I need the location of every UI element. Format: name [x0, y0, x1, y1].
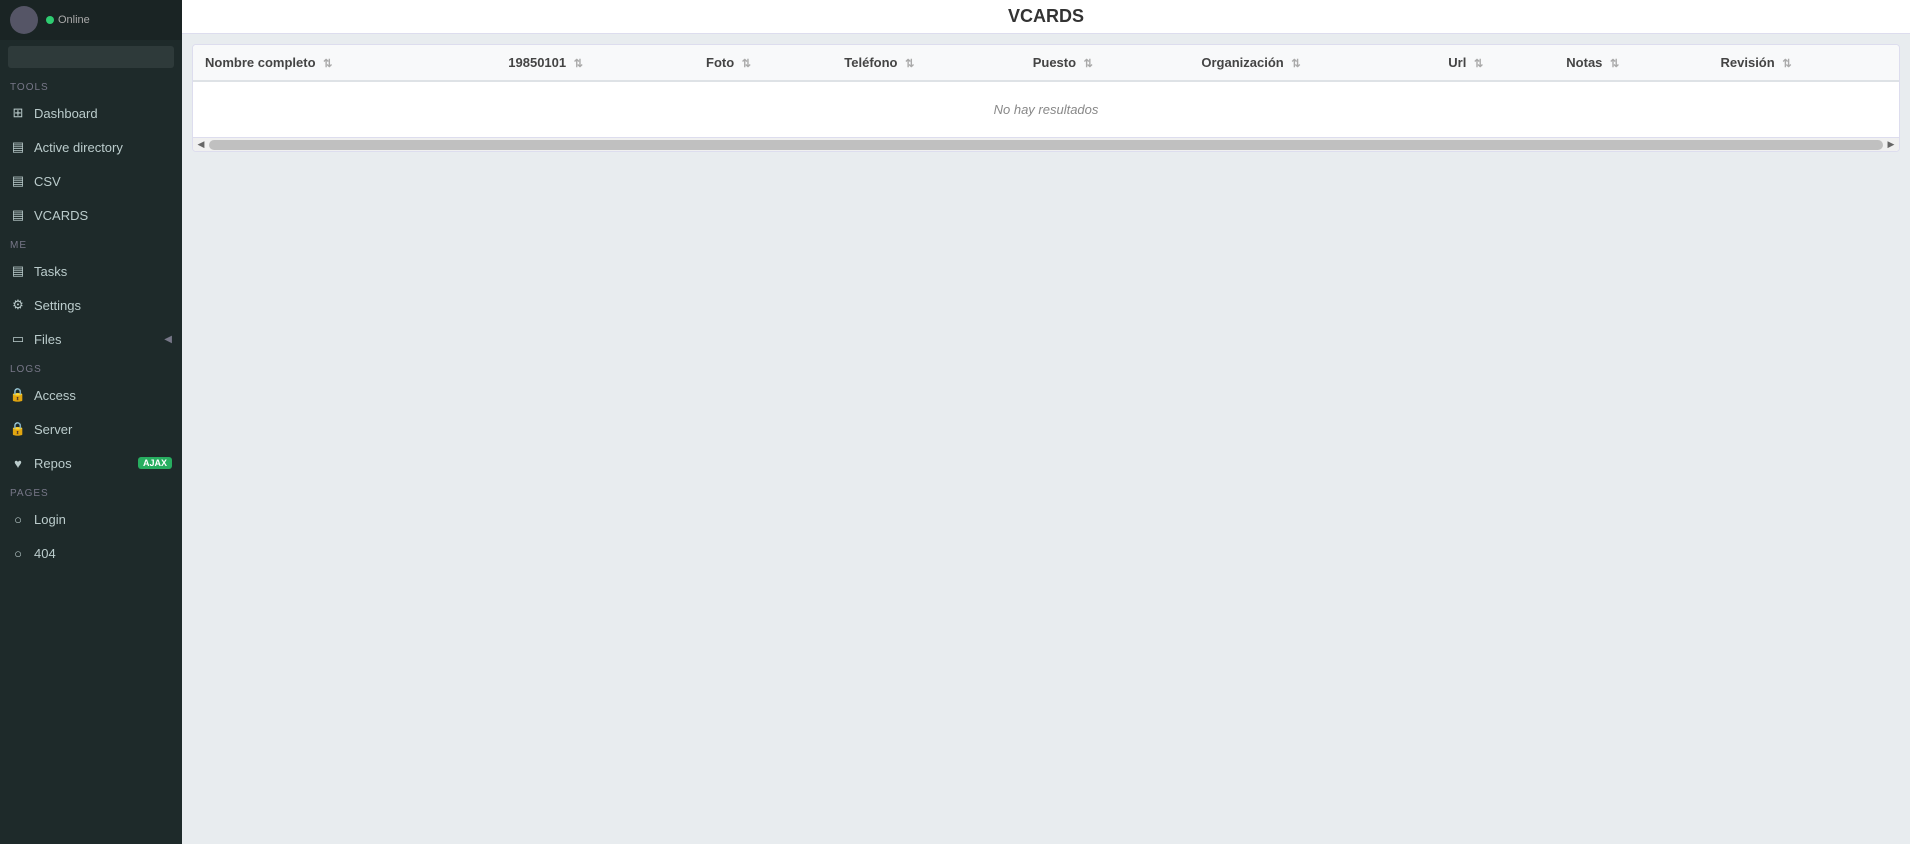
no-results-row: No hay resultados: [193, 81, 1899, 137]
col-organizacion[interactable]: Organización ⇅: [1189, 45, 1436, 81]
table-header: Nombre completo ⇅ 19850101 ⇅ Foto ⇅: [193, 45, 1899, 81]
sidebar-item-tasks[interactable]: ▤ Tasks: [0, 254, 182, 288]
section-label-logs: LOGS: [0, 356, 182, 378]
csv-icon: ▤: [10, 173, 26, 189]
sidebar-item-404[interactable]: ○ 404: [0, 536, 182, 570]
vcards-icon: ▤: [10, 207, 26, 223]
table-wrapper: Nombre completo ⇅ 19850101 ⇅ Foto ⇅: [192, 44, 1900, 152]
sidebar-item-label-files: Files: [34, 332, 61, 347]
sidebar-item-dashboard[interactable]: ⊞ Dashboard: [0, 96, 182, 130]
sidebar-item-login[interactable]: ○ Login: [0, 502, 182, 536]
section-label-pages: PAGES: [0, 480, 182, 502]
sidebar-item-repos[interactable]: ♥ Repos AJAX: [0, 446, 182, 480]
sidebar-item-access[interactable]: 🔒 Access: [0, 378, 182, 412]
sidebar-item-label-404: 404: [34, 546, 56, 561]
sort-icon-notas: ⇅: [1610, 58, 1619, 70]
col-foto[interactable]: Foto ⇅: [694, 45, 832, 81]
gear-icon: ⚙: [10, 297, 26, 313]
sidebar-item-label-access: Access: [34, 388, 76, 403]
sidebar-item-vcards[interactable]: ▤ VCARDS: [0, 198, 182, 232]
online-status: Online: [46, 14, 90, 26]
sort-icon-nombre: ⇅: [323, 58, 332, 70]
sidebar-item-label-dashboard: Dashboard: [34, 106, 98, 121]
active-directory-icon: ▤: [10, 139, 26, 155]
table-body: No hay resultados: [193, 81, 1899, 137]
sidebar-item-server[interactable]: 🔒 Server: [0, 412, 182, 446]
sort-icon-organizacion: ⇅: [1291, 58, 1300, 70]
404-icon: ○: [10, 545, 26, 561]
sidebar-item-label-server: Server: [34, 422, 72, 437]
horizontal-scrollbar[interactable]: ◀ ▶: [193, 137, 1899, 151]
sidebar-item-label-active-directory: Active directory: [34, 140, 123, 155]
tasks-icon: ▤: [10, 263, 26, 279]
col-telefono[interactable]: Teléfono ⇅: [832, 45, 1020, 81]
section-label-tools: TOOLS: [0, 74, 182, 96]
sidebar-item-label-csv: CSV: [34, 174, 61, 189]
col-url[interactable]: Url ⇅: [1436, 45, 1554, 81]
online-dot: [46, 16, 54, 24]
avatar: [10, 6, 38, 34]
server-icon: 🔒: [10, 421, 26, 437]
sidebar-item-label-settings: Settings: [34, 298, 81, 313]
col-notas[interactable]: Notas ⇅: [1554, 45, 1708, 81]
sort-icon-foto: ⇅: [742, 58, 751, 70]
scroll-left-btn[interactable]: ◀: [195, 139, 207, 151]
section-label-me: ME: [0, 232, 182, 254]
col-revision[interactable]: Revisión ⇅: [1709, 45, 1900, 81]
table-header-row: Nombre completo ⇅ 19850101 ⇅ Foto ⇅: [193, 45, 1899, 81]
search-input[interactable]: [8, 46, 174, 68]
col-date[interactable]: 19850101 ⇅: [496, 45, 694, 81]
sidebar: Online TOOLS ⊞ Dashboard ▤ Active direct…: [0, 0, 182, 844]
sidebar-header: Online: [0, 0, 182, 40]
page-title: VCARDS: [182, 0, 1910, 34]
no-results-cell: No hay resultados: [193, 81, 1899, 137]
repos-badge: AJAX: [138, 457, 172, 469]
sort-icon-url: ⇅: [1474, 58, 1483, 70]
search-bar[interactable]: [0, 40, 182, 74]
sidebar-item-label-vcards: VCARDS: [34, 208, 88, 223]
col-puesto[interactable]: Puesto ⇅: [1021, 45, 1190, 81]
sidebar-item-label-login: Login: [34, 512, 66, 527]
online-label: Online: [58, 14, 90, 26]
main-content: VCARDS Nombre completo ⇅ 19850101 ⇅: [182, 0, 1910, 844]
files-arrow: ◀: [164, 334, 172, 345]
access-icon: 🔒: [10, 387, 26, 403]
scroll-right-btn[interactable]: ▶: [1885, 139, 1897, 151]
login-icon: ○: [10, 511, 26, 527]
sort-icon-puesto: ⇅: [1084, 58, 1093, 70]
scrollbar-thumb[interactable]: [209, 140, 1883, 150]
sidebar-item-active-directory[interactable]: ▤ Active directory: [0, 130, 182, 164]
col-nombre-completo[interactable]: Nombre completo ⇅: [193, 45, 496, 81]
vcards-table: Nombre completo ⇅ 19850101 ⇅ Foto ⇅: [193, 45, 1899, 137]
content-area: Nombre completo ⇅ 19850101 ⇅ Foto ⇅: [182, 34, 1910, 844]
sidebar-item-csv[interactable]: ▤ CSV: [0, 164, 182, 198]
sidebar-item-settings[interactable]: ⚙ Settings: [0, 288, 182, 322]
sort-icon-revision: ⇅: [1782, 58, 1791, 70]
heart-icon: ♥: [10, 455, 26, 471]
sidebar-item-files[interactable]: ▭ Files ◀: [0, 322, 182, 356]
table-scroll[interactable]: Nombre completo ⇅ 19850101 ⇅ Foto ⇅: [193, 45, 1899, 137]
sidebar-item-label-repos: Repos: [34, 456, 72, 471]
folder-icon: ▭: [10, 331, 26, 347]
sort-icon-telefono: ⇅: [905, 58, 914, 70]
sidebar-item-label-tasks: Tasks: [34, 264, 67, 279]
sort-icon-date: ⇅: [574, 58, 583, 70]
dashboard-icon: ⊞: [10, 105, 26, 121]
